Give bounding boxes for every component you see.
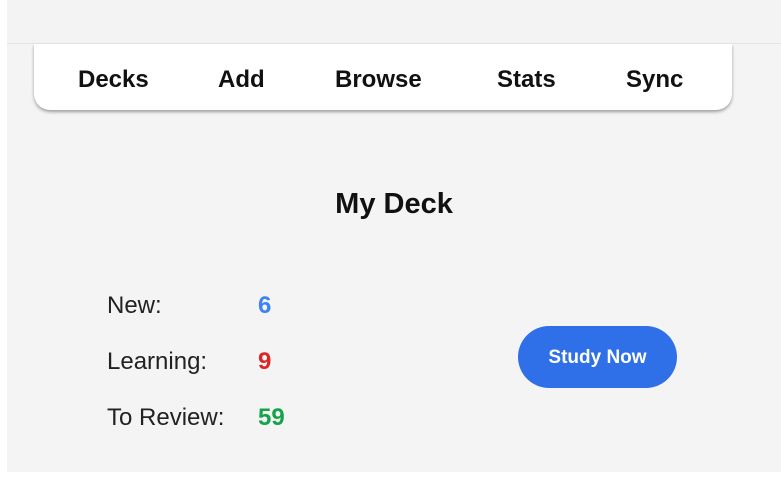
app-window: Decks Add Browse Stats Sync My Deck New:… [7, 0, 781, 472]
study-now-button[interactable]: Study Now [518, 326, 677, 388]
stat-label-new: New: [107, 292, 162, 319]
toolbar-sync-button[interactable]: Sync [626, 66, 683, 94]
toolbar-decks-button[interactable]: Decks [78, 66, 149, 94]
stat-value-review: 59 [258, 404, 285, 431]
deck-title: My Deck [335, 188, 453, 220]
stat-label-review: To Review: [107, 404, 225, 431]
toolbar-browse-button[interactable]: Browse [335, 66, 422, 94]
stat-value-new: 6 [258, 292, 272, 319]
main-toolbar: Decks Add Browse Stats Sync [34, 44, 732, 110]
toolbar-stats-button[interactable]: Stats [497, 66, 556, 94]
stat-value-learning: 9 [258, 348, 272, 375]
toolbar-add-button[interactable]: Add [218, 66, 265, 94]
top-strip [7, 0, 781, 44]
stat-label-learning: Learning: [107, 348, 208, 375]
